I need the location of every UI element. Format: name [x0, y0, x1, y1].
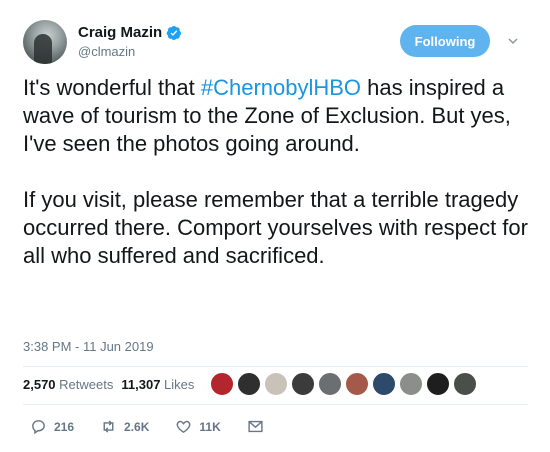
envelope-icon [248, 420, 263, 433]
liker-avatar[interactable] [426, 372, 450, 396]
author-name[interactable]: Craig Mazin [78, 24, 162, 41]
liker-avatars [210, 372, 477, 396]
hashtag-link[interactable]: #ChernobylHBO [201, 75, 361, 100]
avatar-figure [34, 34, 52, 64]
author-name-row[interactable]: Craig Mazin [78, 24, 182, 41]
liker-avatar[interactable] [264, 372, 288, 396]
likes-count: 11,307 [121, 377, 161, 392]
liker-avatar[interactable] [399, 372, 423, 396]
heart-icon [177, 420, 191, 434]
reply-icon [32, 420, 45, 435]
retweet-count: 2.6K [124, 419, 150, 434]
retweet-action[interactable]: 2.6K [100, 418, 149, 435]
following-button[interactable]: Following [400, 25, 490, 57]
liker-avatar[interactable] [210, 372, 234, 396]
tweet-timestamp[interactable]: 3:38 PM - 11 Jun 2019 [23, 339, 154, 354]
liker-avatar[interactable] [237, 372, 261, 396]
direct-message-action[interactable] [247, 418, 264, 435]
liker-avatar[interactable] [372, 372, 396, 396]
retweets-count: 2,570 [23, 377, 56, 392]
author-avatar[interactable] [23, 20, 67, 64]
divider-top [23, 366, 528, 367]
reply-count: 216 [54, 419, 75, 434]
retweets-label: Retweets [59, 377, 114, 392]
verified-badge-icon [166, 25, 182, 40]
liker-avatar[interactable] [318, 372, 342, 396]
liker-avatar[interactable] [453, 372, 477, 396]
tweet-text-start: It's wonderful that [23, 75, 201, 100]
action-bar: 216 2.6K 11K [30, 418, 290, 435]
chevron-down-icon[interactable] [508, 36, 518, 46]
tweet-stats: 2,570 Retweets 11,307 Likes [23, 377, 194, 392]
retweets-stat[interactable]: 2,570 Retweets [23, 377, 113, 392]
likes-stat[interactable]: 11,307 Likes [121, 377, 194, 392]
tweet-text: It's wonderful that #ChernobylHBO has in… [23, 74, 528, 270]
reply-action[interactable]: 216 [30, 418, 74, 435]
tweet-text-rest: has inspired a wave of tourism to the Zo… [23, 75, 528, 268]
author-handle[interactable]: @clmazin [78, 44, 135, 59]
like-count: 11K [199, 419, 221, 434]
liker-avatar[interactable] [291, 372, 315, 396]
divider-bottom [23, 404, 528, 405]
liker-avatar[interactable] [345, 372, 369, 396]
retweet-icon [103, 420, 114, 433]
like-action[interactable]: 11K [175, 418, 221, 435]
likes-label: Likes [164, 377, 195, 392]
